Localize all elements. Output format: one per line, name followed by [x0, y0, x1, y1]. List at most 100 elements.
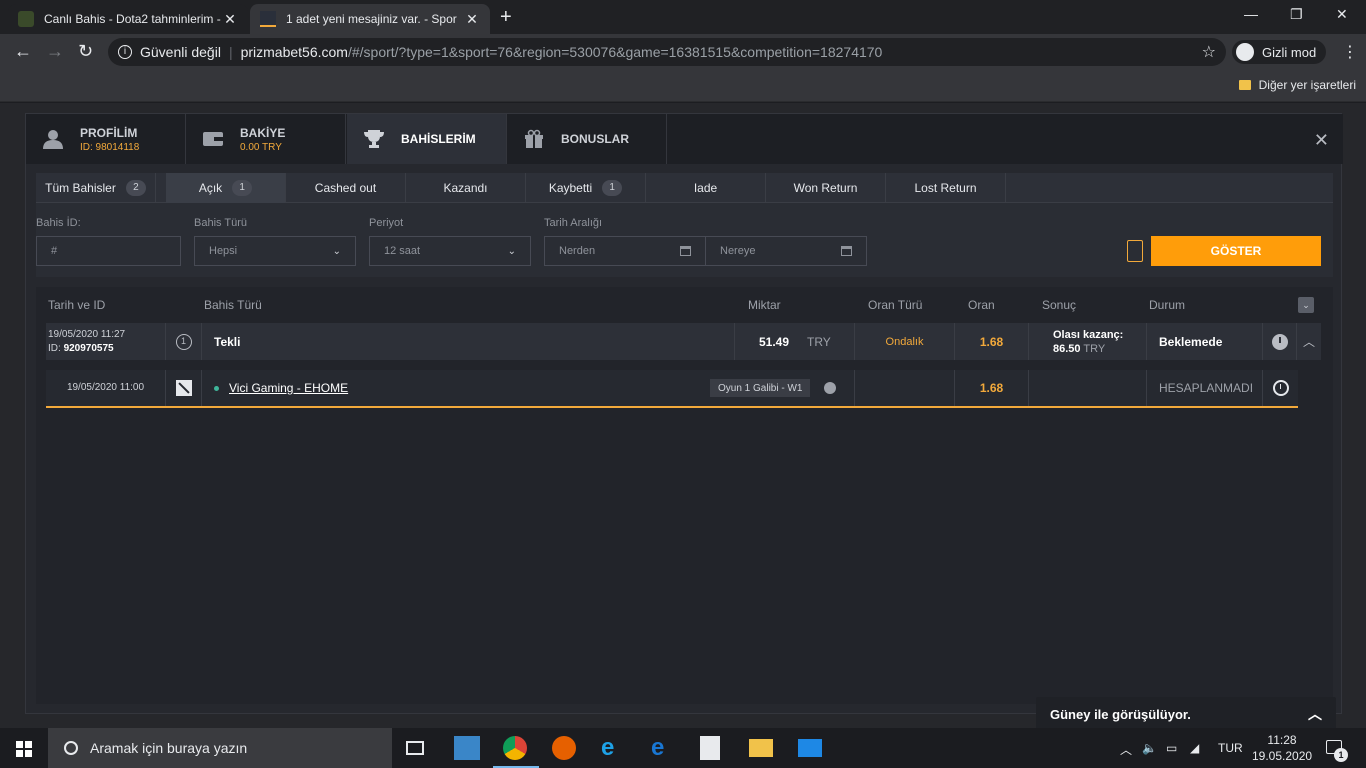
chat-toast[interactable]: Güney ile görüşülüyor. ︿	[1036, 697, 1336, 731]
match-link[interactable]: Vici Gaming - EHOME	[229, 381, 348, 395]
close-window-icon[interactable]: ✕	[1336, 6, 1348, 23]
site-favicon-icon	[260, 11, 276, 27]
bet-type-select[interactable]: Hepsi ⌄	[194, 236, 356, 266]
selection-odds-cell: 1.68	[955, 370, 1029, 406]
chevron-up-icon[interactable]: ︿	[1308, 704, 1322, 724]
incognito-badge[interactable]: Gizli mod	[1232, 40, 1327, 64]
subtab-won-return[interactable]: Won Return	[766, 173, 886, 203]
store-icon[interactable]	[700, 736, 720, 760]
windows-start-icon[interactable]	[16, 741, 32, 757]
subtab-cashed-out[interactable]: Cashed out	[286, 173, 406, 203]
close-modal-icon[interactable]: ✕	[1314, 130, 1329, 151]
address-bar[interactable]: i Güvenli değil | prizmabet56.com /#/spo…	[108, 38, 1226, 66]
close-tab-icon[interactable]: ✕	[464, 11, 480, 28]
period-select[interactable]: 12 saat ⌄	[369, 236, 531, 266]
chevron-up-icon[interactable]: ︿	[1303, 333, 1315, 350]
bet-history-cell[interactable]	[1263, 323, 1297, 360]
show-button[interactable]: GÖSTER	[1151, 236, 1321, 266]
bet-id-input[interactable]: #	[36, 236, 181, 266]
subtab-count: 1	[232, 180, 253, 196]
browser-tab-1[interactable]: Canlı Bahis - Dota2 tahminlerim - ✕	[8, 4, 248, 34]
expand-cell[interactable]: ︿	[1297, 323, 1321, 360]
edge-icon[interactable]: e	[651, 736, 677, 760]
browser-tab-2[interactable]: 1 adet yeni mesajiniz var. - Spor ✕	[250, 4, 490, 34]
tab-balance[interactable]: BAKİYE 0.00 TRY	[186, 114, 346, 164]
info-icon[interactable]: i	[118, 45, 132, 59]
tab-title: 1 adet yeni mesajiniz var. - Spor	[286, 12, 457, 26]
security-label: Güvenli değil	[140, 44, 221, 60]
live-dot-icon	[214, 385, 219, 391]
address-separator: |	[228, 44, 233, 60]
tab-my-bets-label: BAHİSLERİM	[401, 132, 476, 146]
period-value: 12 saat	[384, 245, 421, 257]
close-tab-icon[interactable]: ✕	[222, 11, 238, 28]
bet-status-cell: Beklemede	[1147, 323, 1263, 360]
network-icon[interactable]: ◢	[1190, 741, 1199, 755]
calendar-icon[interactable]	[841, 246, 852, 256]
date-range-label: Tarih Aralığı	[544, 217, 603, 229]
subtab-all-bets[interactable]: Tüm Bahisler 2	[36, 173, 156, 203]
subtab-label: Won Return	[793, 181, 858, 195]
tab-my-bets[interactable]: BAHİSLERİM	[347, 114, 507, 164]
header-amount: Miktar	[748, 298, 781, 312]
chrome-icon[interactable]	[493, 736, 539, 768]
calendar-icon[interactable]	[680, 246, 691, 256]
table-row[interactable]: 19/05/2020 11:27 ID: 920970575 1 Tekli 5…	[46, 323, 1321, 360]
control-panel-icon[interactable]	[454, 736, 480, 760]
subtab-won[interactable]: Kazandı	[406, 173, 526, 203]
reload-icon[interactable]: ↻	[78, 41, 93, 62]
subtab-lost-return[interactable]: Lost Return	[886, 173, 1006, 203]
minimize-icon[interactable]: —	[1244, 6, 1258, 22]
tab-balance-sub: 0.00 TRY	[240, 141, 282, 153]
bet-status: Beklemede	[1159, 334, 1223, 349]
info-circle-icon[interactable]	[824, 382, 837, 394]
volume-icon[interactable]: 🔈	[1142, 741, 1157, 755]
tab-bonuses[interactable]: BONUSLAR	[507, 114, 667, 164]
subtab-lost[interactable]: Kaybetti 1	[526, 173, 646, 203]
bet-type: Tekli	[214, 334, 241, 349]
selection-row[interactable]: 19/05/2020 11:00 Vici Gaming - EHOME Oyu…	[46, 370, 1298, 408]
tab-bonuses-label: BONUSLAR	[561, 132, 629, 146]
bookmarks-bar: Diğer yer işaretleri	[0, 70, 1366, 102]
subtab-open[interactable]: Açık 1	[166, 173, 286, 203]
notification-count: 1	[1334, 748, 1348, 762]
date-from-input[interactable]: Nerden	[544, 236, 706, 266]
restore-icon[interactable]: ❐	[1290, 6, 1303, 23]
clock-time: 11:28	[1267, 733, 1297, 747]
clock-icon[interactable]	[1271, 333, 1288, 350]
file-explorer-icon[interactable]	[749, 739, 773, 757]
firefox-icon[interactable]	[552, 736, 576, 760]
menu-icon[interactable]: ⋮	[1342, 42, 1358, 62]
subtab-label: Tüm Bahisler	[45, 181, 116, 195]
subtab-refund[interactable]: Iade	[646, 173, 766, 203]
internet-explorer-icon[interactable]: e	[601, 736, 627, 760]
bookmark-star-icon[interactable]: ☆	[1202, 42, 1216, 62]
clipboard-icon[interactable]	[1127, 240, 1143, 262]
mail-icon[interactable]	[798, 739, 822, 757]
forward-icon[interactable]: →	[46, 41, 64, 62]
other-bookmarks[interactable]: Diğer yer işaretleri	[1238, 78, 1356, 92]
sport-icon-cell	[166, 370, 202, 406]
taskbar-search[interactable]: Aramak için buraya yazın	[48, 728, 392, 768]
tray-chevron-icon[interactable]: ︿	[1120, 741, 1132, 758]
taskbar-clock[interactable]: 11:28 19.05.2020	[1252, 732, 1312, 764]
new-tab-icon[interactable]: +	[500, 6, 512, 29]
subtab-label: Iade	[693, 181, 718, 195]
clock-icon[interactable]	[1272, 380, 1289, 396]
language-indicator[interactable]: TUR	[1218, 741, 1243, 755]
subtab-count: 1	[602, 180, 623, 196]
bet-filters: Bahis İD: # Bahis Türü Hepsi ⌄ Periyot 12…	[36, 203, 1333, 277]
selection-history-cell[interactable]	[1263, 370, 1298, 406]
back-icon[interactable]: ←	[14, 41, 32, 62]
tab-profile[interactable]: PROFİLİM ID: 98014118	[26, 114, 186, 164]
other-bookmarks-label: Diğer yer işaretleri	[1258, 78, 1356, 92]
chat-toast-text: Güney ile görüşülüyor.	[1050, 706, 1191, 722]
search-icon	[64, 741, 78, 755]
subtab-label: Açık	[198, 181, 223, 195]
collapse-all-icon[interactable]: ⌄	[1298, 297, 1314, 313]
wallet-icon	[203, 132, 223, 146]
battery-icon[interactable]: ▭	[1166, 741, 1177, 755]
task-view-icon[interactable]	[406, 741, 424, 755]
bet-currency: TRY	[807, 334, 831, 349]
date-to-input[interactable]: Nereye	[705, 236, 867, 266]
